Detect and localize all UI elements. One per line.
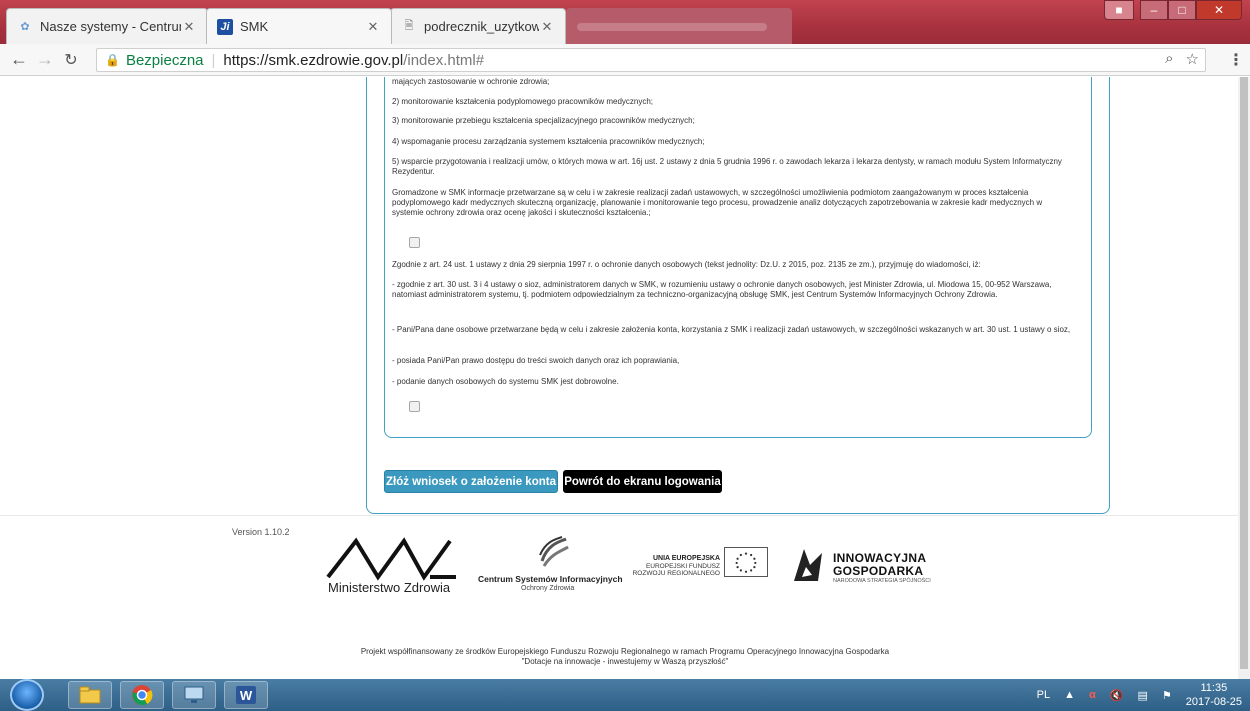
close-icon[interactable]: ✕ — [181, 19, 197, 35]
close-window-button[interactable]: ✕ — [1196, 0, 1242, 20]
forward-arrow-icon[interactable]: → — [32, 49, 58, 70]
consent-paragraph: 2) monitorowanie kształcenia podyplomowe… — [392, 97, 654, 106]
browser-tab-strip: ✿ Nasze systemy - Centrum ✕ Ji SMK ✕ 🗎 p… — [0, 0, 1250, 44]
innovative-economy-icon — [794, 549, 822, 581]
consent-paragraph: - Pani/Pana dane osobowe przetwarzane bę… — [392, 325, 1071, 334]
url-path: /index.html# — [403, 51, 485, 69]
chrome-icon[interactable] — [120, 681, 164, 709]
window-controls: ■ – □ ✕ — [1104, 0, 1242, 22]
clock-date: 2017-08-25 — [1185, 696, 1242, 708]
page-scrollbar[interactable] — [1238, 77, 1250, 679]
tab-redacted[interactable] — [566, 8, 792, 44]
acrobat-icon[interactable]: α — [1089, 689, 1096, 701]
maximize-button[interactable]: □ — [1168, 0, 1196, 20]
back-arrow-icon[interactable]: ← — [6, 49, 32, 70]
funding-note: Projekt współfinansowany ze środków Euro… — [360, 647, 890, 656]
version-label: Version 1.10.2 — [232, 527, 290, 537]
explorer-icon[interactable] — [68, 681, 112, 709]
consent-paragraph: Zgodnie z art. 24 ust. 1 ustawy z dnia 2… — [392, 260, 981, 269]
eu-fund-label: EUROPEJSKI FUNDUSZ — [645, 563, 720, 570]
windows-taskbar: W PL ▲ α 🔇 ▤ ⚑ 11:35 2017-08-25 — [0, 679, 1250, 711]
word-icon[interactable]: W — [224, 681, 268, 709]
tab-title: podrecznik_uzytkownika — [424, 19, 539, 34]
csioz-swirl-icon — [539, 536, 569, 567]
consent-paragraph: mających zastosowanie w ochronie zdrowia… — [392, 77, 550, 86]
tab-title: Nasze systemy - Centrum — [40, 19, 181, 34]
start-button[interactable] — [10, 679, 44, 711]
eu-fund-label-2: ROZWOJU REGIONALNEGO — [632, 570, 720, 577]
consent-paragraph: - posiada Pani/Pan prawo dostępu do treś… — [392, 356, 680, 365]
consent-paragraph: 3) monitorowanie przebiegu kształcenia s… — [392, 116, 695, 125]
document-icon: 🗎 — [404, 20, 414, 32]
submit-account-request-button[interactable]: Złóż wniosek o założenie konta — [384, 470, 558, 493]
redacted-tab-title — [577, 22, 767, 31]
zoom-icon[interactable]: ⌕ — [1165, 50, 1173, 68]
chevron-up-icon[interactable]: ▲ — [1064, 689, 1075, 701]
funding-motto: "Dotacje na innowacje - inwestujemy w Wa… — [521, 657, 729, 666]
clock[interactable]: 11:35 2017-08-25 — [1186, 681, 1242, 709]
smk-icon: Ji — [217, 18, 233, 35]
tab-nasze-systemy[interactable]: ✿ Nasze systemy - Centrum ✕ — [6, 8, 208, 44]
tab-title: SMK — [240, 19, 269, 34]
remote-desktop-icon[interactable] — [172, 681, 216, 709]
language-indicator[interactable]: PL — [1037, 689, 1050, 701]
consent-paragraph: Gromadzone w SMK informacje przetwarzane… — [392, 188, 1043, 217]
flag-icon[interactable]: ⚑ — [1162, 689, 1172, 702]
csioz-label: Centrum Systemów Informacyjnych — [478, 574, 623, 584]
omnibox-actions: ⌕ ☆ — [1165, 50, 1199, 68]
consent-paragraph: 5) wsparcie przygotowania i realizacji u… — [392, 157, 1062, 176]
clock-time: 11:35 — [1200, 682, 1228, 694]
ministry-logo-label: Ministerstwo Zdrowia — [328, 580, 451, 595]
divider: | — [211, 51, 216, 69]
footer-divider — [0, 515, 1238, 516]
back-to-login-button[interactable]: Powrót do ekranu logowania — [563, 470, 722, 493]
url-input[interactable]: 🔒 Bezpieczna | https://smk.ezdrowie.gov.… — [96, 48, 1206, 72]
tab-podrecznik[interactable]: 🗎 podrecznik_uzytkownika ✕ — [390, 8, 566, 44]
consent-checkbox-1[interactable] — [409, 237, 420, 248]
cez-icon: ✿ — [20, 21, 30, 33]
eu-label: UNIA EUROPEJSKA — [652, 555, 720, 562]
close-icon[interactable]: ✕ — [539, 19, 555, 35]
csioz-sublabel: Ochrony Zdrowia — [521, 585, 575, 592]
tab-smk[interactable]: Ji SMK ✕ — [206, 8, 392, 44]
lock-icon: 🔒 — [105, 53, 120, 67]
system-tray: PL ▲ α 🔇 ▤ ⚑ 11:35 2017-08-25 — [1037, 679, 1242, 711]
browser-menu-icon[interactable]: ⋮ — [1228, 50, 1244, 70]
bookmark-star-icon[interactable]: ☆ — [1186, 50, 1199, 68]
url-host: https://smk.ezdrowie.gov.pl — [223, 51, 404, 69]
close-icon[interactable]: ✕ — [365, 19, 381, 35]
network-icon[interactable]: ▤ — [1137, 689, 1147, 702]
consent-paragraph: - podanie danych osobowych do systemu SM… — [392, 377, 619, 386]
page-viewport: mających zastosowanie w ochronie zdrowia… — [0, 77, 1250, 679]
eu-flag-icon — [724, 547, 768, 577]
innovative-economy-label-2: GOSPODARKA — [833, 564, 924, 578]
innovative-economy-label: INNOWACYJNA — [833, 551, 927, 565]
consent-paragraph: 4) wspomaganie procesu zarządzania syste… — [392, 137, 705, 146]
svg-text:W: W — [240, 688, 253, 703]
secure-label: Bezpieczna — [125, 51, 204, 69]
address-toolbar: ← → ↻ 🔒 Bezpieczna | https://smk.ezdrowi… — [0, 44, 1250, 76]
scrollbar-thumb[interactable] — [1240, 77, 1248, 669]
consent-paragraph: - zgodnie z art. 30 ust. 3 i 4 ustawy o … — [392, 280, 1052, 299]
consent-checkbox-2[interactable] — [409, 401, 420, 412]
profile-icon[interactable]: ■ — [1104, 0, 1134, 20]
volume-muted-icon[interactable]: 🔇 — [1110, 689, 1124, 702]
reload-icon[interactable]: ↻ — [58, 50, 84, 70]
cohesion-strategy-label: NARODOWA STRATEGIA SPÓJNOŚCI — [833, 578, 931, 584]
ministry-of-health-logo — [326, 537, 456, 581]
minimize-button[interactable]: – — [1140, 0, 1168, 20]
